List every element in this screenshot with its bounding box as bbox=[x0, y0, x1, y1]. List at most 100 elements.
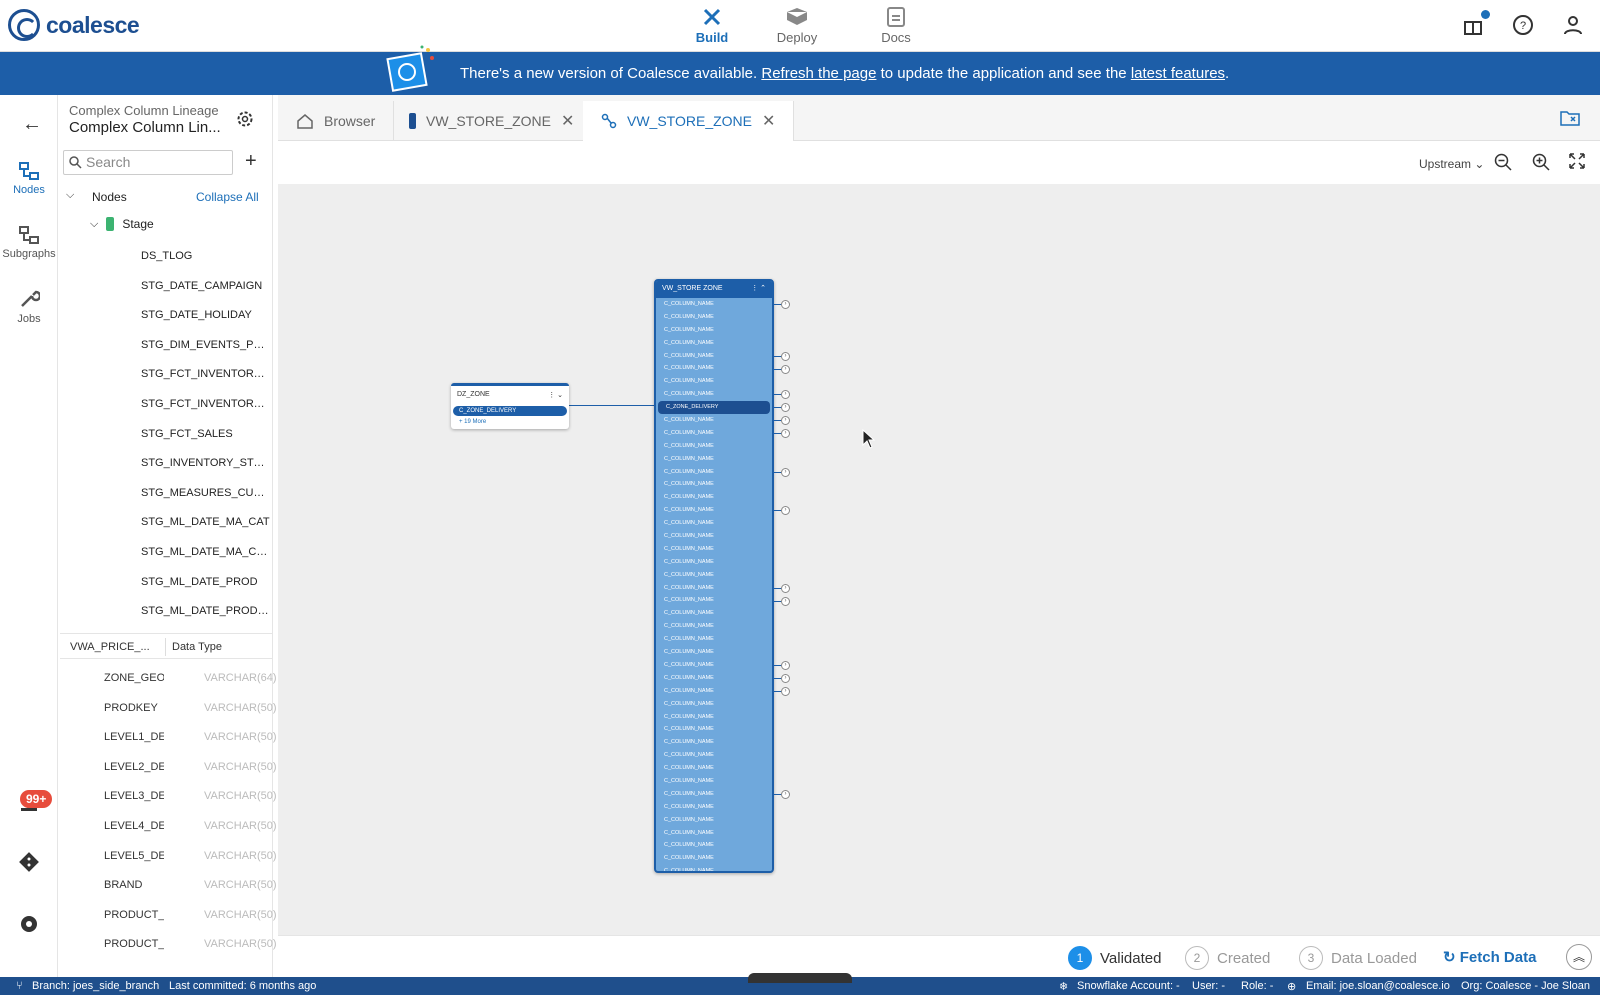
git-icon[interactable] bbox=[18, 851, 40, 873]
fetch-data-button[interactable]: ↻ Fetch Data bbox=[1443, 948, 1536, 966]
collapse-all-link[interactable]: Collapse All bbox=[196, 190, 259, 204]
tab-vw-store-zone-lineage[interactable]: VW_STORE_ZONE ✕ bbox=[583, 101, 795, 141]
tree-node-item[interactable]: STG_ML_DATE_PROD bbox=[141, 576, 271, 588]
gift-icon[interactable] bbox=[1462, 10, 1490, 38]
target-column-row[interactable]: C_COLUMN_NAME bbox=[656, 530, 772, 543]
column-row[interactable]: LEVEL3_DES VARCHAR(50) bbox=[60, 782, 277, 811]
target-column-row[interactable]: C_COLUMN_NAME bbox=[656, 414, 772, 427]
target-column-row[interactable]: C_COLUMN_NAME bbox=[656, 453, 772, 466]
column-row[interactable]: BRAND VARCHAR(50) bbox=[60, 871, 277, 900]
target-column-row[interactable]: C_COLUMN_NAME bbox=[656, 440, 772, 453]
target-column-row[interactable]: C_COLUMN_NAME bbox=[656, 362, 772, 375]
zoom-out-icon[interactable] bbox=[1494, 153, 1512, 171]
back-arrow-icon[interactable]: ← bbox=[22, 113, 42, 136]
more-columns-link[interactable]: + 19 More bbox=[459, 419, 486, 425]
tree-node-item[interactable]: STG_DATE_CAMPAIGN bbox=[141, 280, 271, 292]
nav-tab-deploy[interactable]: Deploy bbox=[757, 6, 837, 45]
branch-label[interactable]: Branch: joes_side_branch bbox=[32, 980, 159, 992]
target-column-row[interactable]: C_COLUMN_NAME bbox=[656, 723, 772, 736]
expand-port-icon[interactable]: › bbox=[781, 790, 790, 800]
target-column-row[interactable]: C_COLUMN_NAME bbox=[656, 350, 772, 363]
target-column-row[interactable]: C_COLUMN_NAME bbox=[656, 337, 772, 350]
target-column-row[interactable]: C_COLUMN_NAME bbox=[656, 852, 772, 865]
target-column-row[interactable]: C_COLUMN_NAME bbox=[656, 814, 772, 827]
target-column-row[interactable]: C_COLUMN_NAME bbox=[656, 478, 772, 491]
project-settings-icon[interactable] bbox=[236, 110, 254, 128]
expand-port-icon[interactable]: › bbox=[781, 661, 790, 671]
direction-dropdown[interactable]: Upstream ⌄ bbox=[1419, 157, 1484, 171]
expand-port-icon[interactable]: › bbox=[781, 390, 790, 400]
source-selected-column[interactable]: C_ZONE_DELIVERY bbox=[453, 406, 567, 416]
expand-port-icon[interactable]: › bbox=[781, 364, 790, 374]
add-node-button[interactable]: + bbox=[245, 150, 257, 173]
refresh-page-link[interactable]: Refresh the page bbox=[761, 65, 876, 82]
column-row[interactable]: LEVEL5_DES VARCHAR(50) bbox=[60, 842, 277, 871]
fit-view-icon[interactable] bbox=[1569, 153, 1585, 169]
tab-vw-store-zone[interactable]: VW_STORE_ZONE ✕ bbox=[391, 101, 594, 141]
column-row[interactable]: LEVEL1_DES VARCHAR(50) bbox=[60, 723, 277, 752]
coalesce-logo[interactable]: coalesce bbox=[8, 9, 140, 41]
expand-port-icon[interactable]: › bbox=[781, 687, 790, 696]
column-row[interactable]: PRODUCT_GI VARCHAR(50) bbox=[60, 930, 277, 959]
target-column-row[interactable]: C_COLUMN_NAME bbox=[656, 711, 772, 724]
tree-node-item[interactable]: STG_FCT_INVENTORY_... bbox=[141, 398, 271, 410]
nav-tab-build[interactable]: Build bbox=[672, 6, 752, 45]
expand-port-icon[interactable]: › bbox=[781, 300, 790, 309]
target-column-row[interactable]: C_COLUMN_NAME bbox=[656, 698, 772, 711]
target-column-row[interactable]: C_COLUMN_NAME bbox=[656, 556, 772, 569]
zoom-in-icon[interactable] bbox=[1532, 153, 1550, 171]
column-row[interactable]: LEVEL4_DES VARCHAR(50) bbox=[60, 812, 277, 841]
close-tab-icon[interactable]: ✕ bbox=[762, 111, 775, 131]
target-column-row[interactable]: C_COLUMN_NAME bbox=[656, 491, 772, 504]
expand-port-icon[interactable]: › bbox=[781, 596, 790, 606]
source-node-card[interactable]: DZ_ZONE ⋮ ⌄ C_ZONE_DELIVERY + 19 More bbox=[451, 383, 569, 429]
tree-group-stage[interactable]: ⌵ Stage bbox=[90, 217, 154, 231]
expand-port-icon[interactable]: › bbox=[781, 583, 790, 593]
rail-jobs[interactable]: Jobs bbox=[0, 288, 58, 325]
target-column-row[interactable]: C_COLUMN_NAME bbox=[656, 311, 772, 324]
rail-subgraphs[interactable]: Subgraphs bbox=[0, 225, 58, 260]
chevron-down-icon[interactable]: ⌵ bbox=[66, 189, 74, 202]
column-row[interactable]: ZONE_GEOGI VARCHAR(64) bbox=[60, 664, 277, 693]
tree-node-item[interactable]: STG_ML_DATE_MA_CA... bbox=[141, 546, 271, 558]
tree-node-item[interactable]: STG_DATE_HOLIDAY bbox=[141, 309, 271, 321]
close-tab-icon[interactable]: ✕ bbox=[561, 111, 574, 131]
target-column-row[interactable]: C_COLUMN_NAME bbox=[656, 427, 772, 440]
target-column-row[interactable]: C_COLUMN_NAME bbox=[656, 775, 772, 788]
expand-port-icon[interactable]: › bbox=[781, 416, 790, 426]
tree-node-item[interactable]: STG_INVENTORY_STOR... bbox=[141, 457, 271, 469]
column-row[interactable]: LEVEL2_DES VARCHAR(50) bbox=[60, 753, 277, 782]
expand-port-icon[interactable]: › bbox=[781, 429, 790, 438]
target-column-row[interactable]: C_COLUMN_NAME bbox=[656, 788, 772, 801]
target-column-row[interactable]: C_COLUMN_NAME bbox=[656, 324, 772, 337]
target-column-row[interactable]: C_COLUMN_NAME bbox=[656, 672, 772, 685]
column-row[interactable]: PRODUCT_GI VARCHAR(50) bbox=[60, 901, 277, 930]
node-menu-icon[interactable]: ⋮ ⌃ bbox=[751, 284, 766, 292]
settings-gear-icon[interactable] bbox=[18, 913, 40, 935]
column-name-header[interactable]: VWA_PRICE_... bbox=[70, 641, 150, 653]
target-column-row[interactable]: C_COLUMN_NAME bbox=[656, 749, 772, 762]
rail-nodes[interactable]: Nodes bbox=[0, 161, 58, 196]
tree-node-item[interactable]: STG_FCT_SALES bbox=[141, 428, 271, 440]
target-column-row[interactable]: C_COLUMN_NAME bbox=[656, 865, 772, 871]
target-column-row[interactable]: C_COLUMN_NAME bbox=[656, 801, 772, 814]
target-column-row[interactable]: C_COLUMN_NAME bbox=[656, 607, 772, 620]
target-column-row[interactable]: C_COLUMN_NAME bbox=[656, 517, 772, 530]
target-column-row[interactable]: C_COLUMN_NAME bbox=[656, 646, 772, 659]
nav-tab-docs[interactable]: Docs bbox=[856, 6, 936, 45]
expand-panel-button[interactable]: ︽ bbox=[1566, 944, 1592, 970]
target-column-row[interactable]: C_COLUMN_NAME bbox=[656, 736, 772, 749]
close-folder-icon[interactable] bbox=[1560, 109, 1580, 127]
target-node-card[interactable]: VW_STORE ZONE ⋮ ⌃ C_COLUMN_NAME C_COLUMN_… bbox=[654, 279, 774, 873]
lineage-graph-canvas[interactable]: DZ_ZONE ⋮ ⌄ C_ZONE_DELIVERY + 19 More VW… bbox=[278, 185, 1600, 935]
search-input[interactable]: Search bbox=[63, 150, 233, 175]
tree-node-item[interactable]: STG_DIM_EVENTS_PERI... bbox=[141, 339, 271, 351]
tree-node-item[interactable]: STG_ML_DATE_PROD_S... bbox=[141, 605, 271, 617]
target-column-row[interactable]: C_COLUMN_NAME bbox=[656, 543, 772, 556]
expand-port-icon[interactable]: › bbox=[781, 403, 790, 413]
target-column-row[interactable]: C_COLUMN_NAME bbox=[656, 388, 772, 401]
target-column-row[interactable]: C_COLUMN_NAME bbox=[656, 582, 772, 595]
expand-port-icon[interactable]: › bbox=[781, 674, 790, 684]
column-row[interactable]: PRODKEY VARCHAR(50) bbox=[60, 694, 277, 723]
target-column-row[interactable]: C_COLUMN_NAME bbox=[656, 659, 772, 672]
